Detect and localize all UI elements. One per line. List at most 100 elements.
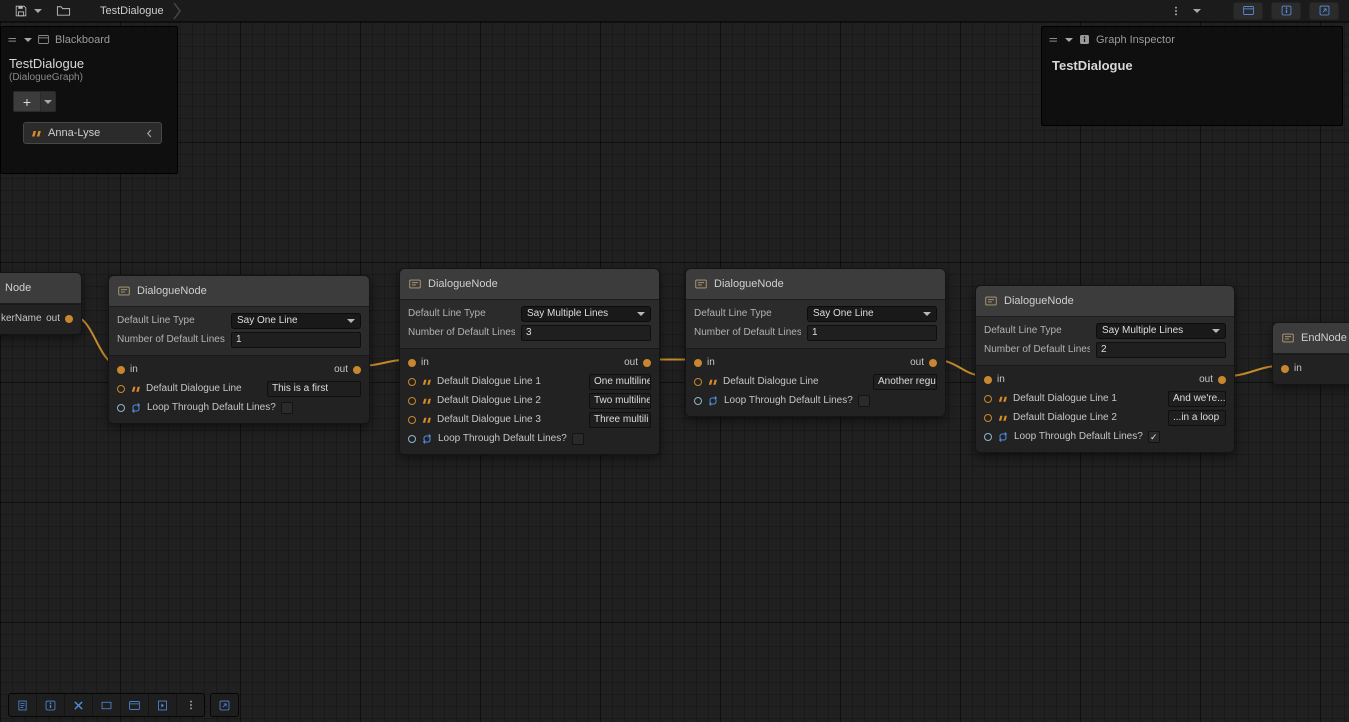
loop-checkbox[interactable] xyxy=(281,402,293,414)
line-type-dropdown[interactable]: Say One Line xyxy=(231,313,361,329)
line-type-label: Default Line Type xyxy=(408,308,515,319)
node-title: DialogueNode xyxy=(1004,295,1074,307)
line-port[interactable] xyxy=(408,378,416,386)
input-port[interactable] xyxy=(694,359,702,367)
line-port[interactable] xyxy=(984,395,992,403)
dialogue-line-field[interactable]: This is a first xyxy=(267,381,361,397)
inspector-toggle-button[interactable] xyxy=(1271,2,1301,20)
line-port[interactable] xyxy=(117,385,125,393)
dialogue-line-field[interactable]: Two multiline xyxy=(589,393,651,409)
blackboard-toggle-button[interactable] xyxy=(1233,2,1263,20)
chevron-left-icon[interactable] xyxy=(144,128,155,139)
output-port[interactable] xyxy=(65,315,73,323)
dialogue-line-row: Default Dialogue Line 1 One multiline xyxy=(400,372,659,391)
loop-port[interactable] xyxy=(984,433,992,441)
node-port-section: in out Default Dialogue Line 1 And we're… xyxy=(976,365,1234,452)
input-port-row: in xyxy=(1273,359,1349,378)
save-button[interactable] xyxy=(10,2,32,20)
line-port[interactable] xyxy=(694,378,702,386)
speaker-node-partial[interactable]: Node kerName out xyxy=(0,272,82,335)
node-title-bar[interactable]: EndNode xyxy=(1273,323,1349,354)
dialogue-line-field[interactable]: And we're... xyxy=(1168,391,1226,407)
input-port[interactable] xyxy=(1281,365,1289,373)
line-port[interactable] xyxy=(984,414,992,422)
end-node[interactable]: EndNode in xyxy=(1272,322,1349,385)
output-port[interactable] xyxy=(353,366,361,374)
chevron-down-icon[interactable] xyxy=(1065,38,1073,42)
node-title-bar[interactable]: DialogueNode xyxy=(686,269,945,300)
add-property-button[interactable]: + xyxy=(13,91,41,112)
frame-button[interactable] xyxy=(93,694,121,716)
dialogue-node-3[interactable]: DialogueNode Default Line Type Say One L… xyxy=(685,268,946,417)
more-button[interactable] xyxy=(177,694,204,716)
tools-button[interactable] xyxy=(65,694,93,716)
num-lines-field[interactable]: 2 xyxy=(1096,342,1226,358)
output-port[interactable] xyxy=(643,359,651,367)
loop-checkbox[interactable] xyxy=(858,395,870,407)
dialogue-node-2[interactable]: DialogueNode Default Line Type Say Multi… xyxy=(399,268,660,455)
quote-icon xyxy=(997,395,1008,403)
tab-testdialogue[interactable]: TestDialogue xyxy=(100,0,182,22)
node-properties: Default Line Type Say Multiple Lines Num… xyxy=(976,317,1234,365)
num-lines-label: Number of Default Lines xyxy=(984,344,1090,355)
document-button[interactable] xyxy=(9,694,37,716)
node-port-section: in out Default Dialogue Line Another reg… xyxy=(686,348,945,416)
node-title-bar[interactable]: DialogueNode xyxy=(400,269,659,300)
open-folder-button[interactable] xyxy=(52,2,74,20)
num-lines-field[interactable]: 3 xyxy=(521,325,651,341)
drag-handle-icon[interactable] xyxy=(1048,34,1060,46)
blackboard-panel[interactable]: Blackboard TestDialogue (DialogueGraph) … xyxy=(0,26,178,174)
num-lines-field[interactable]: 1 xyxy=(231,332,361,348)
loop-checkbox[interactable]: ✓ xyxy=(1148,431,1160,443)
bottom-toolbar-group-2 xyxy=(210,693,239,717)
blackboard-button[interactable] xyxy=(121,694,149,716)
output-port[interactable] xyxy=(929,359,937,367)
line-type-dropdown[interactable]: Say Multiple Lines xyxy=(1096,323,1226,339)
line-type-dropdown[interactable]: Say One Line xyxy=(807,306,937,322)
line-type-dropdown[interactable]: Say Multiple Lines xyxy=(521,306,651,322)
minimap-toggle-button[interactable] xyxy=(1309,2,1339,20)
node-title-bar[interactable]: Node xyxy=(0,273,81,304)
input-port[interactable] xyxy=(117,366,125,374)
save-dropdown[interactable] xyxy=(32,2,44,20)
info-button[interactable] xyxy=(37,694,65,716)
chevron-down-icon xyxy=(347,319,355,323)
dialogue-line-field[interactable]: Another regu xyxy=(873,374,937,390)
line-type-label: Default Line Type xyxy=(694,308,801,319)
line-type-value: Say One Line xyxy=(237,315,298,326)
more-button[interactable] xyxy=(1169,2,1183,20)
loop-port[interactable] xyxy=(117,404,125,412)
line-type-label: Default Line Type xyxy=(984,325,1090,336)
drag-handle-icon[interactable] xyxy=(7,34,19,46)
chevron-down-icon[interactable] xyxy=(24,38,32,42)
input-port[interactable] xyxy=(984,376,992,384)
dialogue-line-field[interactable]: One multiline xyxy=(589,374,651,390)
script-button[interactable] xyxy=(149,694,177,716)
graph-inspector-header[interactable]: Graph Inspector xyxy=(1042,27,1342,50)
output-port[interactable] xyxy=(1218,376,1226,384)
node-title-bar[interactable]: DialogueNode xyxy=(109,276,369,307)
loop-port[interactable] xyxy=(408,435,416,443)
blackboard-add-row: + xyxy=(1,87,177,112)
corner-arrow-button[interactable] xyxy=(211,694,238,716)
dialogue-line-field[interactable]: ...in a loop xyxy=(1168,410,1226,426)
more-dropdown[interactable] xyxy=(1191,2,1203,20)
in-label: in xyxy=(130,364,138,375)
node-title-bar[interactable]: DialogueNode xyxy=(976,286,1234,317)
line-port[interactable] xyxy=(408,397,416,405)
dialogue-line-field[interactable]: Three multili xyxy=(589,412,651,428)
loop-port[interactable] xyxy=(694,397,702,405)
line-port[interactable] xyxy=(408,416,416,424)
blackboard-header[interactable]: Blackboard xyxy=(1,27,177,50)
dialogue-node-icon xyxy=(694,277,708,291)
blackboard-property[interactable]: Anna-Lyse xyxy=(23,122,162,144)
node-properties: Default Line Type Say Multiple Lines Num… xyxy=(400,300,659,348)
dialogue-node-4[interactable]: DialogueNode Default Line Type Say Multi… xyxy=(975,285,1235,453)
blackboard-title: Blackboard xyxy=(55,34,110,46)
dialogue-node-1[interactable]: DialogueNode Default Line Type Say One L… xyxy=(108,275,370,424)
num-lines-field[interactable]: 1 xyxy=(807,325,937,341)
input-port[interactable] xyxy=(408,359,416,367)
graph-inspector-panel[interactable]: Graph Inspector TestDialogue xyxy=(1041,26,1343,126)
add-property-dropdown[interactable] xyxy=(41,91,56,112)
loop-checkbox[interactable] xyxy=(572,433,584,445)
